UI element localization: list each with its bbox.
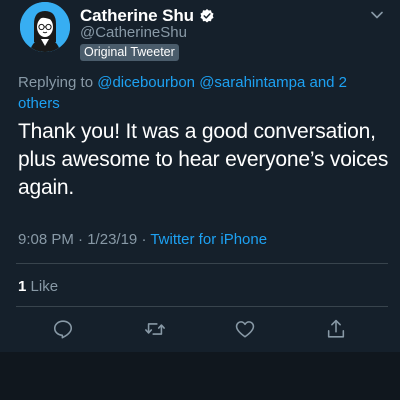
tweet-source-link[interactable]: Twitter for iPhone xyxy=(150,231,267,248)
tweet-metadata: 9:08 PM · 1/23/19 · Twitter for iPhone xyxy=(18,231,267,248)
divider xyxy=(16,306,388,307)
author-name-row[interactable]: Catherine Shu xyxy=(80,6,215,26)
mention-link[interactable]: @sarahintampa xyxy=(199,74,305,91)
display-name[interactable]: Catherine Shu xyxy=(80,6,194,26)
chevron-down-icon[interactable] xyxy=(368,6,386,24)
avatar[interactable] xyxy=(20,2,70,52)
retweet-icon[interactable] xyxy=(144,318,166,340)
replying-to-label: Replying to xyxy=(18,74,94,91)
next-tweet-area xyxy=(0,352,400,400)
tweet-time[interactable]: 9:08 PM xyxy=(18,231,74,248)
replying-to: Replying to @dicebourbon @sarahintampa a… xyxy=(18,72,386,114)
verified-badge-icon xyxy=(199,8,215,24)
reply-icon[interactable] xyxy=(52,318,74,340)
heart-icon[interactable] xyxy=(234,318,256,340)
meta-separator: · xyxy=(141,231,147,248)
share-icon[interactable] xyxy=(325,318,347,340)
tweet-date[interactable]: 1/23/19 xyxy=(87,231,137,248)
like-count: 1 xyxy=(18,278,27,295)
mention-link[interactable]: @dicebourbon xyxy=(97,74,195,91)
author-handle[interactable]: @CatherineShu xyxy=(80,24,187,41)
like-label: Like xyxy=(30,278,59,295)
tweet-detail: Catherine Shu @CatherineShu Original Twe… xyxy=(0,0,400,400)
divider xyxy=(16,263,388,264)
avatar-illustration xyxy=(20,2,70,52)
original-tweeter-badge: Original Tweeter xyxy=(80,44,179,61)
tweet-text: Thank you! It was a good conversation, p… xyxy=(18,120,389,199)
meta-separator: · xyxy=(78,231,84,248)
likes-count-link[interactable]: 1 Like xyxy=(18,278,58,295)
